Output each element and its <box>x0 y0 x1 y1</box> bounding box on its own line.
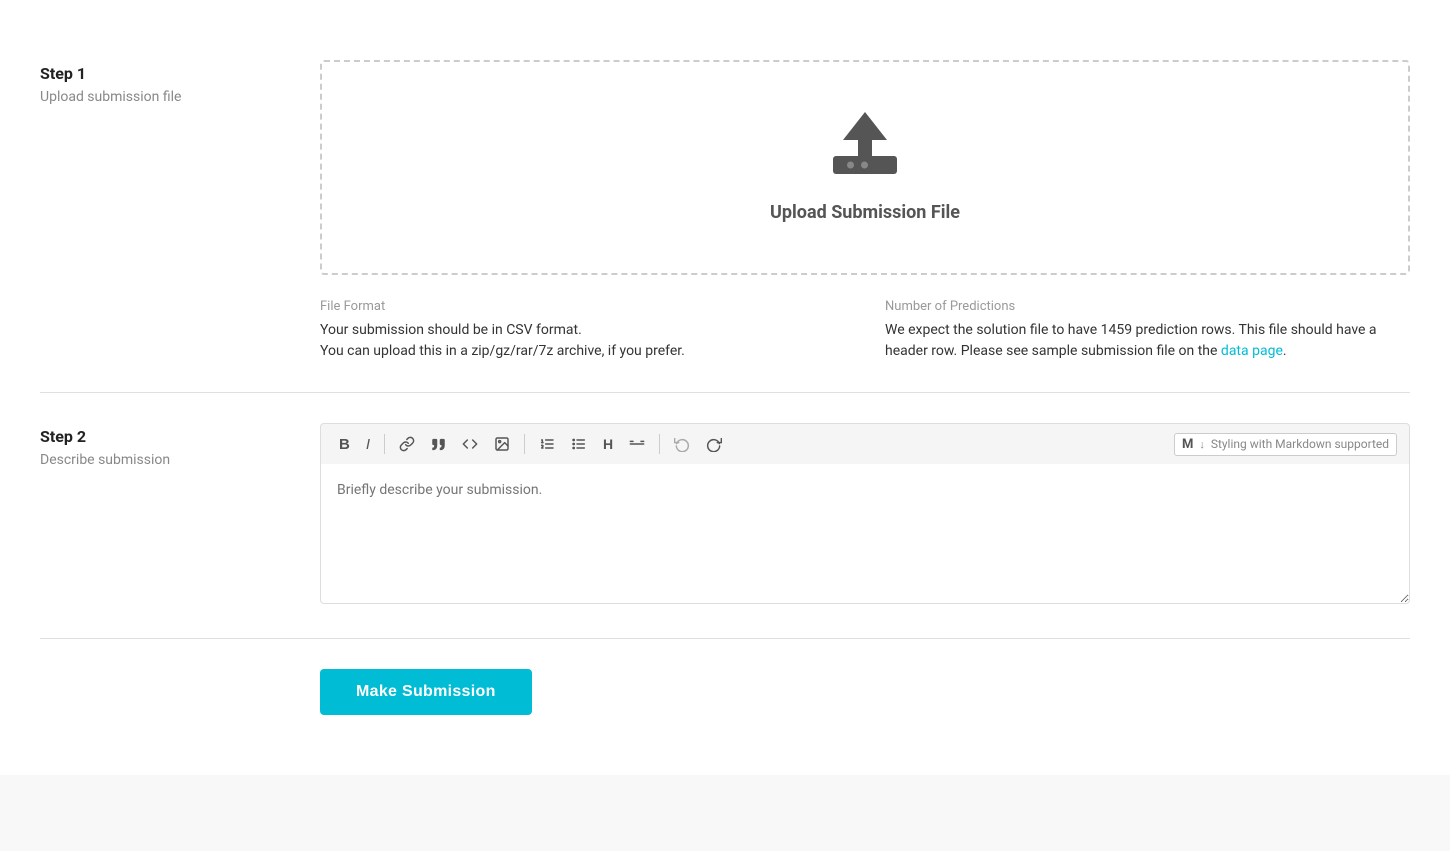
redo-button[interactable] <box>700 432 728 456</box>
heading-button[interactable]: H <box>597 433 619 455</box>
upload-base <box>833 156 897 174</box>
link-button[interactable] <box>393 432 421 456</box>
file-format-text2: You can upload this in a zip/gz/rar/7z a… <box>320 343 685 359</box>
step2-label: Step 2 Describe submission <box>40 423 320 608</box>
data-page-link[interactable]: data page <box>1221 343 1283 359</box>
file-format-text1: Your submission should be in CSV format. <box>320 322 582 338</box>
upload-dropzone-label: Upload Submission File <box>770 202 960 223</box>
upload-arrow <box>843 112 887 140</box>
step2-subtitle: Describe submission <box>40 452 320 468</box>
step1-row: Step 1 Upload submission file Upload Sub… <box>40 30 1410 393</box>
step1-content: Upload Submission File File Format Your … <box>320 60 1410 362</box>
image-button[interactable] <box>488 432 516 456</box>
toolbar-separator-2 <box>524 434 525 454</box>
predictions-body: We expect the solution file to have 1459… <box>885 322 1377 359</box>
markdown-badge: M ↓ Styling with Markdown supported <box>1174 433 1397 456</box>
hr-button[interactable] <box>623 432 651 456</box>
file-format-title: File Format <box>320 299 845 314</box>
file-format-block: File Format Your submission should be in… <box>320 299 845 362</box>
step1-label: Step 1 Upload submission file <box>40 60 320 362</box>
toolbar-separator-3 <box>659 434 660 454</box>
toolbar-separator-1 <box>384 434 385 454</box>
predictions-text: We expect the solution file to have 1459… <box>885 320 1410 362</box>
markdown-label: Styling with Markdown supported <box>1211 437 1389 451</box>
file-format-text: Your submission should be in CSV format.… <box>320 320 845 362</box>
step1-subtitle: Upload submission file <box>40 89 320 105</box>
step2-content: B I <box>320 423 1410 608</box>
submit-row: Make Submission <box>40 639 1410 745</box>
upload-dropzone[interactable]: Upload Submission File <box>320 60 1410 275</box>
markdown-toolbar: B I <box>320 423 1410 464</box>
markdown-down-icon: ↓ <box>1199 438 1205 451</box>
upload-icon-shape <box>833 112 897 174</box>
unordered-list-button[interactable] <box>565 432 593 456</box>
step2-number: Step 2 <box>40 427 320 446</box>
predictions-title: Number of Predictions <box>885 299 1410 314</box>
info-row: File Format Your submission should be in… <box>320 299 1410 362</box>
step2-row: Step 2 Describe submission B I <box>40 393 1410 639</box>
predictions-end: . <box>1283 343 1287 359</box>
bold-button[interactable]: B <box>333 433 356 456</box>
step1-number: Step 1 <box>40 64 320 83</box>
upload-icon <box>833 112 897 174</box>
italic-button[interactable]: I <box>360 433 376 456</box>
upload-stem <box>858 140 872 156</box>
undo-button[interactable] <box>668 432 696 456</box>
predictions-block: Number of Predictions We expect the solu… <box>885 299 1410 362</box>
ordered-list-button[interactable] <box>533 432 561 456</box>
quote-button[interactable] <box>425 433 452 456</box>
markdown-m-icon: M <box>1182 437 1193 452</box>
code-button[interactable] <box>456 432 484 456</box>
description-textarea[interactable] <box>320 464 1410 604</box>
make-submission-button[interactable]: Make Submission <box>320 669 532 715</box>
